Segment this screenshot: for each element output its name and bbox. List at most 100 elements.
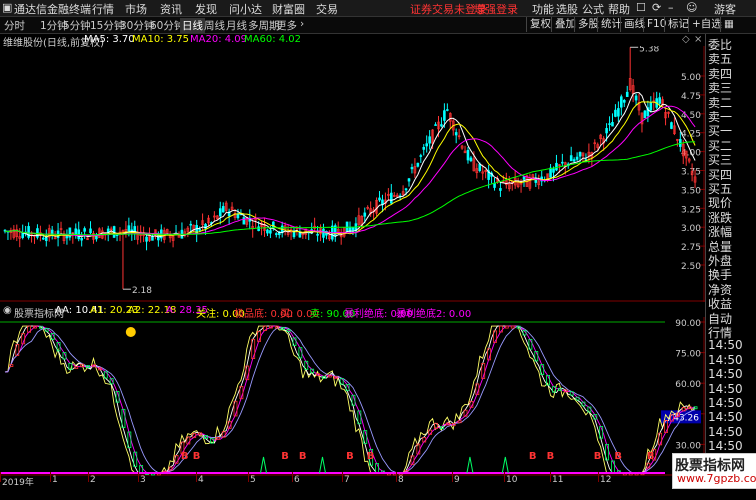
candlestick-chart[interactable]: 5.004.754.504.254.003.753.503.253.002.75…	[0, 46, 705, 302]
site-watermark: 股票指标网 www.7gpzb.com	[672, 453, 756, 489]
buy-marker: B	[299, 451, 307, 462]
candle-body	[74, 228, 78, 235]
period-more[interactable]: 更多	[276, 18, 297, 33]
y-tick-label: 2.50	[681, 262, 701, 272]
candle-body	[670, 122, 673, 129]
candle-body	[658, 97, 661, 104]
x-axis-tick	[396, 472, 397, 482]
x-axis-label: 9	[454, 475, 460, 485]
x-axis-label: 11	[552, 475, 564, 485]
x-axis-tick	[342, 472, 343, 482]
candle-body	[422, 146, 426, 150]
fuquan-button[interactable]: 复权	[526, 17, 554, 32]
candle-body	[555, 162, 558, 171]
buy-marker: B	[346, 451, 354, 462]
candle-body	[275, 233, 278, 235]
candle-body	[363, 212, 367, 217]
candle-body	[80, 238, 83, 241]
menu-jiaoyi[interactable]: 交易	[316, 1, 338, 17]
candle-body	[478, 163, 482, 172]
candle-body	[625, 91, 629, 97]
candle-body	[622, 100, 626, 103]
quote-panel-item: 14:50	[708, 367, 743, 382]
menu-faxian[interactable]: 发现	[195, 1, 217, 17]
menu-zixun[interactable]: 资讯	[160, 1, 182, 17]
period-multi[interactable]: 多周期	[248, 18, 280, 33]
buy-marker: B	[529, 451, 537, 462]
minimize-icon[interactable]: –	[668, 1, 674, 14]
period-daily[interactable]: 日线	[180, 18, 205, 33]
candle-body	[440, 124, 443, 127]
buy-marker: B	[647, 451, 655, 462]
settings-icon[interactable]: ◇	[682, 34, 690, 45]
indicator-header: ◉ 股票指标网 AA: 10.41 A1: 20.23 A2: 22.18 A:…	[0, 304, 705, 320]
quote-panel-item: 14:50	[708, 381, 743, 396]
guest-label[interactable]: 游客	[714, 1, 736, 17]
menu-gongneng[interactable]: 功能	[532, 1, 554, 17]
candle-body	[419, 155, 423, 157]
indicator-chart[interactable]: 90.0075.0060.0045.0030.0015.0043.26BBBBB…	[0, 317, 705, 500]
y-tick-label: 2.75	[681, 243, 701, 253]
chevron-down-icon[interactable]: ›	[300, 18, 304, 30]
x-axis-tick	[138, 472, 139, 482]
lock-icon[interactable]: ☐	[636, 1, 646, 14]
candle-body	[83, 228, 86, 232]
menu-wenxiaoda[interactable]: 问小达	[229, 1, 262, 17]
indicator-icon: ◉	[3, 305, 12, 316]
candle-body	[428, 136, 431, 144]
x-axis-tick	[248, 472, 249, 482]
candle-body	[145, 236, 148, 242]
quote-panel-item: 14:50	[708, 439, 743, 454]
high-price-label: 5.38	[639, 46, 659, 54]
candle-body	[614, 109, 617, 117]
candle-body	[605, 128, 608, 134]
close-icon[interactable]: ×	[694, 34, 702, 45]
login-link[interactable]: 增强登录	[474, 1, 518, 17]
candle-body	[269, 230, 272, 234]
app-logo-icon: ▣	[2, 1, 13, 14]
period-monthly[interactable]: 月线	[226, 18, 247, 33]
period-weekly[interactable]: 周线	[204, 18, 225, 33]
ladder-bar	[510, 325, 515, 329]
menu-caifuquan[interactable]: 财富圈	[272, 1, 305, 17]
x-axis-label: 7	[344, 475, 350, 485]
menu-bangzhu[interactable]: 帮助	[608, 1, 630, 17]
candle-body	[416, 162, 420, 167]
candle-body	[390, 192, 393, 204]
candle-body	[569, 155, 573, 162]
x-axis-tick	[504, 472, 505, 482]
ladder-bar	[457, 420, 462, 424]
candle-body	[89, 228, 92, 234]
menu-xuangu[interactable]: 选股	[556, 1, 578, 17]
menu-shichang[interactable]: 市场	[125, 1, 147, 17]
candle-body	[575, 156, 579, 160]
grid-icon[interactable]: ▦	[720, 17, 737, 32]
candle-body	[257, 226, 260, 232]
candles	[3, 47, 697, 290]
candle-body	[378, 197, 381, 201]
y-tick-label: 3.25	[681, 205, 701, 215]
menu-hangqing[interactable]: 行情	[92, 1, 114, 17]
x-axis-label: 2019年	[2, 478, 34, 488]
quote-panel-item: 14:50	[708, 410, 743, 425]
period-fenshi[interactable]: 分时	[4, 18, 25, 33]
refresh-icon[interactable]: ⟳	[652, 1, 661, 14]
candle-body	[522, 176, 526, 180]
user-icon[interactable]: ☺	[686, 1, 697, 14]
candle-body	[404, 188, 408, 191]
candle-body	[272, 221, 275, 228]
period-5min[interactable]: 5分钟	[63, 18, 91, 33]
candle-body	[434, 124, 437, 126]
x-axis-tick	[196, 472, 197, 482]
candle-body	[266, 229, 269, 234]
x-axis-label: 5	[250, 475, 256, 485]
menu-gongshi[interactable]: 公式	[582, 1, 604, 17]
x-axis-label: 2	[90, 475, 96, 485]
candle-body	[221, 206, 225, 213]
candle-body	[493, 182, 496, 188]
indicator-y-tick: 30.00	[675, 441, 701, 451]
candle-body	[561, 161, 564, 164]
buy-marker: B	[547, 451, 555, 462]
candle-body	[446, 109, 449, 111]
candle-body	[620, 96, 623, 108]
